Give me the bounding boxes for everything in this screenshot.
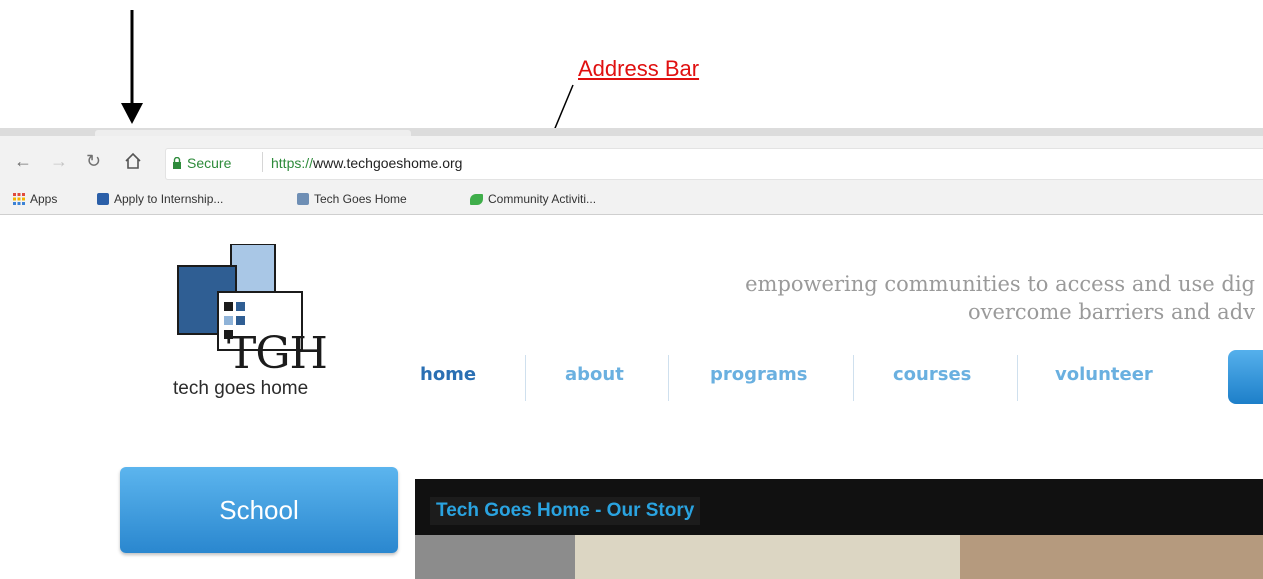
url-scheme: https:// bbox=[271, 155, 314, 171]
lock-icon bbox=[173, 157, 181, 169]
bookmark-favicon bbox=[297, 193, 309, 205]
tagline-line: empowering communities to access and use… bbox=[745, 272, 1255, 296]
annotation-label: Address Bar bbox=[578, 56, 700, 81]
site-tagline: empowering communities to access and use… bbox=[745, 270, 1255, 326]
bookmark-favicon bbox=[97, 193, 109, 205]
logo-name: tech goes home bbox=[173, 378, 309, 399]
url-text[interactable]: https://www.techgoeshome.org bbox=[271, 155, 462, 171]
leaf-favicon bbox=[470, 193, 483, 205]
bookmark-apps[interactable]: Apps bbox=[13, 192, 57, 206]
logo-abbrev: TGH bbox=[227, 328, 328, 379]
home-icon[interactable] bbox=[124, 152, 142, 170]
bookmark-tech-goes-home[interactable]: Tech Goes Home bbox=[297, 192, 407, 206]
nav-divider bbox=[1017, 355, 1018, 401]
nav-programs[interactable]: programs bbox=[710, 364, 808, 385]
nav-home[interactable]: home bbox=[420, 364, 476, 385]
school-button[interactable]: School bbox=[120, 467, 398, 553]
url-host: www.techgoeshome.org bbox=[313, 155, 463, 171]
video-frame-right bbox=[960, 535, 1263, 579]
nav-divider bbox=[668, 355, 669, 401]
nav-courses[interactable]: courses bbox=[893, 364, 971, 385]
video-frame-middle bbox=[575, 535, 960, 579]
secure-label: Secure bbox=[187, 155, 232, 171]
nav-volunteer[interactable]: volunteer bbox=[1055, 364, 1153, 385]
video-title[interactable]: Tech Goes Home - Our Story bbox=[430, 497, 701, 525]
annotation-arrow-head bbox=[121, 103, 143, 124]
nav-divider bbox=[853, 355, 854, 401]
nav-about[interactable]: about bbox=[565, 364, 624, 385]
nav-divider bbox=[525, 355, 526, 401]
apps-grid-icon bbox=[13, 193, 25, 205]
omnibox-separator bbox=[262, 152, 263, 172]
reload-icon[interactable]: ↻ bbox=[86, 150, 101, 172]
bookmark-label: Apply to Internship... bbox=[114, 192, 224, 206]
bookmark-internship[interactable]: Apply to Internship... bbox=[97, 192, 223, 206]
tagline-line: overcome barriers and adv bbox=[967, 300, 1255, 324]
bookmark-community[interactable]: Community Activiti... bbox=[470, 192, 596, 206]
forward-arrow-icon[interactable]: → bbox=[50, 150, 68, 172]
video-frame-left bbox=[415, 535, 575, 579]
bookmark-label: Tech Goes Home bbox=[314, 192, 407, 206]
bookmark-label: Apps bbox=[30, 192, 58, 206]
bookmark-label: Community Activiti... bbox=[488, 192, 597, 206]
secure-indicator[interactable]: Secure bbox=[172, 155, 231, 171]
back-arrow-icon[interactable]: ← bbox=[14, 150, 32, 172]
cta-button[interactable] bbox=[1228, 350, 1263, 404]
